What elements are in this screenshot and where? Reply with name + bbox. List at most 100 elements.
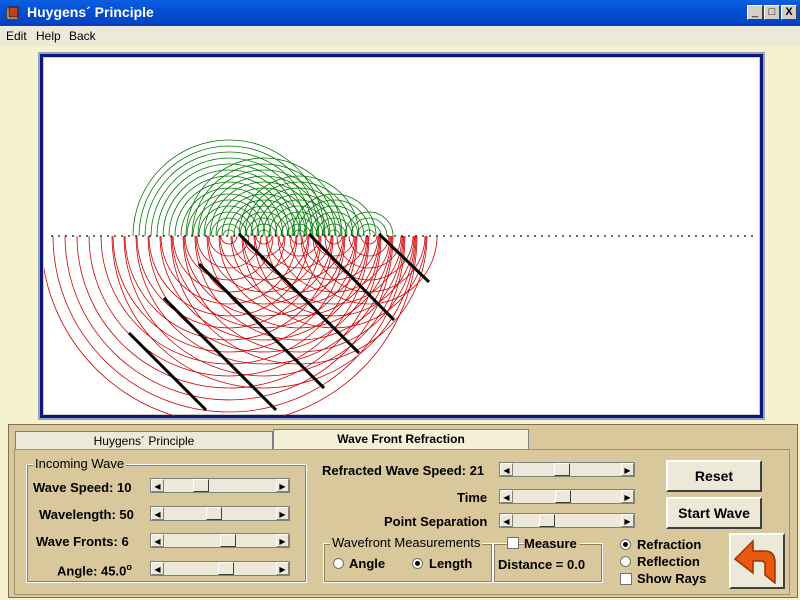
interface-dot xyxy=(401,235,403,237)
slider-thumb[interactable] xyxy=(192,479,209,492)
interface-dot xyxy=(58,235,60,237)
interface-dot xyxy=(163,235,165,237)
slider-thumb[interactable] xyxy=(555,490,572,503)
slider-thumb[interactable] xyxy=(219,534,236,547)
interface-dot xyxy=(324,235,326,237)
slider-left-arrow-icon[interactable]: ◀ xyxy=(500,490,513,503)
reset-button[interactable]: Reset xyxy=(666,460,762,492)
tab-huygens-principle[interactable]: Huygens´ Principle xyxy=(15,431,273,451)
slider-right-arrow-icon[interactable]: ▶ xyxy=(621,463,634,476)
interface-dot xyxy=(93,235,95,237)
wavelet-arc xyxy=(220,235,238,245)
interface-dot xyxy=(226,235,228,237)
interface-dot xyxy=(485,235,487,237)
slider-right-arrow-icon[interactable]: ▶ xyxy=(276,562,289,575)
angle-radio[interactable] xyxy=(333,558,344,569)
interface-dot xyxy=(268,235,270,237)
interface-dot xyxy=(492,235,494,237)
slider-right-arrow-icon[interactable]: ▶ xyxy=(621,490,634,503)
interface-dot xyxy=(366,235,368,237)
tab-wave-front-refraction[interactable]: Wave Front Refraction xyxy=(273,429,529,451)
measure-checkbox[interactable] xyxy=(507,537,519,549)
slider-right-arrow-icon[interactable]: ▶ xyxy=(621,514,634,527)
wavelet-arc xyxy=(198,205,260,237)
length-radio[interactable] xyxy=(412,558,423,569)
interface-dot xyxy=(548,235,550,237)
interface-dot xyxy=(457,235,459,237)
wavelength-slider[interactable]: ◀ ▶ xyxy=(150,506,290,521)
interface-dot xyxy=(569,235,571,237)
point-separation-slider[interactable]: ◀ ▶ xyxy=(499,513,635,528)
wavefront-measurements-title: Wavefront Measurements xyxy=(330,535,483,550)
menu-back[interactable]: Back xyxy=(69,29,96,43)
interface-dot xyxy=(65,235,67,237)
refraction-label: Refraction xyxy=(637,537,702,552)
wavelet-arc xyxy=(325,235,343,245)
start-wave-button[interactable]: Start Wave xyxy=(666,497,762,529)
interface-dot xyxy=(345,235,347,237)
title-bar: Huygens´ Principle _ □ X xyxy=(0,0,800,26)
show-rays-label: Show Rays xyxy=(637,571,707,586)
refracted-speed-slider[interactable]: ◀ ▶ xyxy=(499,462,635,477)
interface-dot xyxy=(688,235,690,237)
slider-left-arrow-icon[interactable]: ◀ xyxy=(151,507,164,520)
refracted-wavelets xyxy=(132,139,394,237)
interface-dot xyxy=(86,235,88,237)
interface-dot xyxy=(604,235,606,237)
interface-dot xyxy=(555,235,557,237)
slider-left-arrow-icon[interactable]: ◀ xyxy=(500,514,513,527)
interface-dot xyxy=(450,235,452,237)
interface-dot xyxy=(625,235,627,237)
wave-speed-slider[interactable]: ◀ ▶ xyxy=(150,478,290,493)
interface-dot xyxy=(695,235,697,237)
slider-thumb[interactable] xyxy=(217,562,234,575)
angle-slider[interactable]: ◀ ▶ xyxy=(150,561,290,576)
interface-dot xyxy=(471,235,473,237)
incoming-wave-title: Incoming Wave xyxy=(33,456,127,471)
interface-dot xyxy=(422,235,424,237)
wavelet-arc xyxy=(233,205,295,237)
slider-left-arrow-icon[interactable]: ◀ xyxy=(151,479,164,492)
interface-dot xyxy=(107,235,109,237)
wavelet-arc xyxy=(88,235,370,377)
close-button[interactable]: X xyxy=(781,5,797,20)
interface-dot xyxy=(639,235,641,237)
interface-dot xyxy=(352,235,354,237)
reflection-radio[interactable] xyxy=(620,556,631,567)
wavelet-arc xyxy=(257,229,271,237)
interface-dot xyxy=(737,235,739,237)
interface-dot xyxy=(296,235,298,237)
refraction-radio[interactable] xyxy=(620,539,631,550)
interface-dot xyxy=(233,235,235,237)
time-slider[interactable]: ◀ ▶ xyxy=(499,489,635,504)
interface-dot xyxy=(219,235,221,237)
interface-dot xyxy=(282,235,284,237)
slider-thumb[interactable] xyxy=(554,463,571,476)
refracted-speed-label: Refracted Wave Speed: 21 xyxy=(322,463,485,478)
slider-right-arrow-icon[interactable]: ▶ xyxy=(276,534,289,547)
angle-label: Angle: 45.0o xyxy=(57,562,132,579)
slider-left-arrow-icon[interactable]: ◀ xyxy=(500,463,513,476)
menu-edit[interactable]: Edit xyxy=(6,29,27,43)
slider-left-arrow-icon[interactable]: ◀ xyxy=(151,562,164,575)
interface-dot xyxy=(275,235,277,237)
simulation-canvas xyxy=(43,57,760,416)
maximize-button[interactable]: □ xyxy=(764,5,780,20)
minimize-button[interactable]: _ xyxy=(747,5,763,20)
slider-right-arrow-icon[interactable]: ▶ xyxy=(276,507,289,520)
menu-help[interactable]: Help xyxy=(36,29,61,43)
slider-thumb[interactable] xyxy=(206,507,223,520)
wave-fronts-slider[interactable]: ◀ ▶ xyxy=(150,533,290,548)
interface-dot xyxy=(520,235,522,237)
measure-label: Measure xyxy=(524,536,580,551)
interface-dot xyxy=(527,235,529,237)
back-arrow-button[interactable] xyxy=(729,533,785,589)
slider-thumb[interactable] xyxy=(538,514,555,527)
show-rays-checkbox[interactable] xyxy=(620,573,632,585)
interface-dot xyxy=(177,235,179,237)
interface-dot xyxy=(373,235,375,237)
interface-dot xyxy=(72,235,74,237)
slider-left-arrow-icon[interactable]: ◀ xyxy=(151,534,164,547)
slider-right-arrow-icon[interactable]: ▶ xyxy=(276,479,289,492)
interface-dot xyxy=(632,235,634,237)
